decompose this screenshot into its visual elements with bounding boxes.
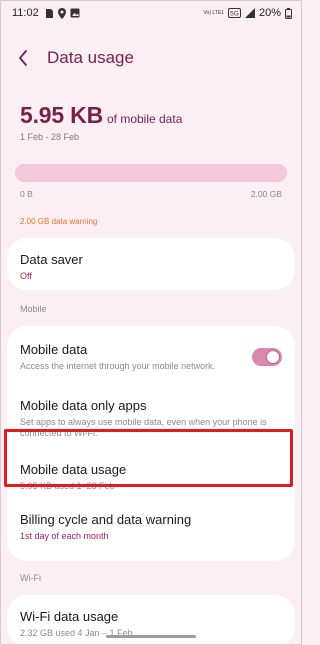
back-button[interactable]	[18, 46, 38, 70]
battery-icon	[285, 7, 292, 19]
location-icon	[57, 7, 66, 19]
5g-icon: 5G	[227, 8, 241, 18]
signal-icon	[244, 8, 255, 18]
usage-amount: 5.95 KB	[20, 102, 103, 128]
mobile-card: Mobile data Access the internet through …	[7, 326, 295, 561]
sim-icon	[45, 8, 53, 18]
mobile-data-usage-subtitle: 5.95 KB used 1–28 Feb	[20, 481, 115, 491]
status-bar: 11:02 Vo) LTE1 5G 20%	[0, 0, 302, 26]
svg-text:5G: 5G	[230, 11, 239, 18]
scale-max-label: 2.00 GB	[250, 189, 282, 199]
data-saver-item[interactable]: Data saver Off	[7, 238, 295, 282]
section-label-wifi: Wi-Fi	[20, 573, 41, 583]
billing-cycle-item[interactable]: Billing cycle and data warning 1st day o…	[7, 502, 295, 557]
status-time: 11:02	[12, 7, 39, 19]
chevron-left-icon	[19, 50, 27, 66]
gallery-icon	[70, 8, 80, 18]
mobile-data-usage-title: Mobile data usage	[20, 462, 127, 477]
mobile-data-subtitle: Access the internet through your mobile …	[20, 361, 216, 371]
app-header: Data usage	[0, 34, 302, 82]
page-title: Data usage	[47, 48, 134, 67]
mobile-data-title: Mobile data	[20, 342, 88, 357]
usage-period: 1 Feb - 28 Feb	[20, 132, 80, 142]
data-saver-title: Data saver	[20, 252, 83, 267]
scale-min-label: 0 B	[20, 189, 33, 199]
usage-scale: 0 B 2.00 GB	[0, 189, 302, 199]
data-saver-value: Off	[20, 271, 32, 281]
mobile-data-usage-item[interactable]: Mobile data usage 5.95 KB used 1–28 Feb	[7, 448, 295, 502]
network-label: Vo) LTE1	[203, 9, 224, 16]
usage-progress-bar	[15, 164, 287, 182]
data-saver-card: Data saver Off	[7, 238, 295, 290]
status-right-icons: Vo) LTE1 5G 20%	[203, 7, 292, 19]
data-warning-label: 2.00 GB data warning	[20, 217, 98, 226]
mobile-data-only-apps-subtitle: Set apps to always use mobile data, even…	[20, 417, 267, 438]
mobile-data-item[interactable]: Mobile data Access the internet through …	[7, 326, 295, 388]
section-label-mobile: Mobile	[20, 304, 47, 314]
toggle-knob	[266, 350, 280, 364]
status-left-icons	[45, 7, 80, 19]
usage-amount-suffix: of mobile data	[106, 112, 183, 126]
usage-summary: 5.95 KB of mobile data 1 Feb - 28 Feb	[0, 102, 302, 142]
mobile-data-toggle[interactable]	[252, 348, 282, 366]
mobile-data-only-apps-title: Mobile data only apps	[20, 398, 147, 413]
mobile-data-only-apps-item[interactable]: Mobile data only apps Set apps to always…	[7, 388, 295, 448]
billing-cycle-subtitle: 1st day of each month	[20, 531, 109, 541]
usage-amount-line: 5.95 KB of mobile data	[20, 102, 282, 129]
billing-cycle-title: Billing cycle and data warning	[20, 512, 192, 527]
wifi-data-usage-item[interactable]: Wi-Fi data usage 2.32 GB used 4 Jan – 1 …	[7, 595, 295, 639]
battery-percent: 20%	[258, 7, 281, 19]
home-indicator[interactable]	[106, 635, 196, 638]
wifi-data-usage-title: Wi-Fi data usage	[20, 609, 119, 624]
